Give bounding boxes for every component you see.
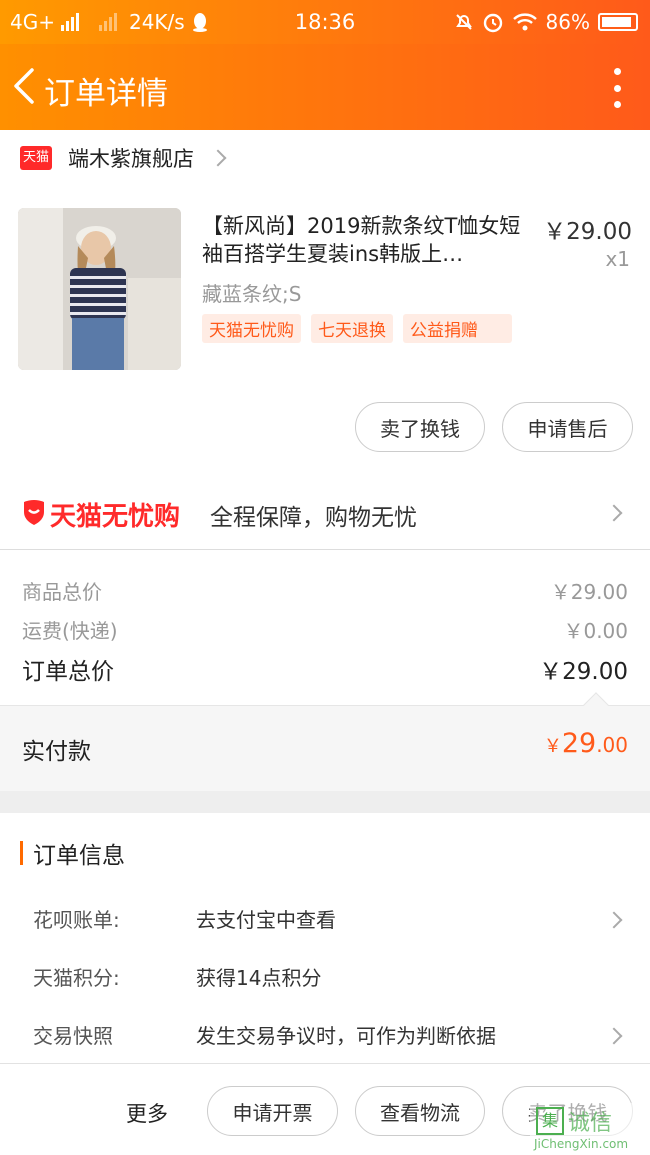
product-title[interactable]: 【新风尚】2019新款条纹T恤女短袖百搭学生夏装ins韩版上… <box>202 212 532 268</box>
price-summary: 商品总价 ￥29.00 运费(快递) ￥0.00 订单总价 ￥29.00 <box>0 551 650 705</box>
paid-currency: ￥ <box>543 736 562 757</box>
sell-for-cash-button[interactable]: 卖了换钱 <box>355 402 485 452</box>
worry-free-desc: 全程保障，购物无忧 <box>210 505 417 531</box>
worry-free-banner[interactable]: 天猫无忧购 全程保障，购物无忧 <box>0 478 650 550</box>
tag-seven-day-return: 七天退换 <box>311 314 393 343</box>
info-key: 花呗账单: <box>33 908 120 932</box>
order-total-label: 订单总价 <box>22 659 114 685</box>
chevron-right-icon <box>605 1027 623 1045</box>
product-spec: 藏蓝条纹;S <box>202 282 302 306</box>
more-menu-icon[interactable] <box>610 68 624 108</box>
tag-worry-free: 天猫无忧购 <box>202 314 301 343</box>
request-invoice-button[interactable]: 申请开票 <box>207 1086 338 1136</box>
paid-integer: 29 <box>561 728 597 759</box>
shop-header[interactable]: 天猫 端木紫旗舰店 <box>20 140 227 176</box>
order-info-title: 订单信息 <box>33 843 125 869</box>
watermark-logo: 集 <box>536 1107 564 1135</box>
huabei-bill-row[interactable]: 花呗账单: 去支付宝中查看 <box>0 898 650 938</box>
product-price: ￥29.00 <box>543 219 632 245</box>
info-value: 去支付宝中查看 <box>196 908 336 932</box>
chevron-right-icon <box>605 911 623 929</box>
chevron-right-icon <box>209 149 227 167</box>
goods-total-label: 商品总价 <box>22 580 102 604</box>
shop-name: 端木紫旗舰店 <box>68 147 194 171</box>
actual-payment-label: 实付款 <box>22 739 91 765</box>
watermark-text: 诚信 <box>568 1111 613 1136</box>
trade-snapshot-row[interactable]: 交易快照 发生交易争议时，可作为判断依据 <box>0 1014 650 1054</box>
status-bar: 4G+ 24K/s 18:36 86% <box>0 0 650 44</box>
actual-payment: 实付款 ￥29.00 <box>0 692 650 791</box>
after-sale-button[interactable]: 申请售后 <box>502 402 633 452</box>
watermark: 集 诚信 JiChengXin.com <box>530 1103 648 1153</box>
nav-bar: 订单详情 <box>0 44 650 130</box>
worry-free-brand: 天猫无忧购 <box>50 502 181 532</box>
shipping-value: ￥0.00 <box>563 619 628 643</box>
wifi-icon <box>512 13 537 31</box>
back-arrow-icon[interactable] <box>10 62 46 110</box>
info-value: 发生交易争议时，可作为判断依据 <box>196 1024 496 1048</box>
info-key: 交易快照 <box>33 1024 113 1048</box>
tag-charity: 公益捐赠 <box>403 314 512 343</box>
page-title: 订单详情 <box>44 76 168 112</box>
tmall-logo-icon: 天猫 <box>20 146 52 170</box>
goods-total-value: ￥29.00 <box>550 580 628 604</box>
paid-decimal: .00 <box>596 733 628 757</box>
shield-icon <box>24 500 44 525</box>
order-info-header: 订单信息 <box>20 838 125 869</box>
info-key: 天猫积分: <box>33 966 120 990</box>
watermark-url: JiChengXin.com <box>534 1137 629 1151</box>
battery-icon <box>598 13 638 31</box>
chevron-right-icon <box>605 504 623 522</box>
shipping-label: 运费(快递) <box>22 619 118 643</box>
alarm-icon <box>483 13 502 33</box>
info-value: 获得14点积分 <box>196 966 322 990</box>
order-total-value: ￥29.00 <box>539 659 628 685</box>
section-divider <box>0 791 650 813</box>
product-image[interactable] <box>18 208 181 370</box>
accent-bar <box>20 841 23 865</box>
battery-percent: 86% <box>545 10 590 34</box>
tmall-points-row: 天猫积分: 获得14点积分 <box>0 956 650 996</box>
mute-icon <box>455 14 472 30</box>
actual-payment-value: ￥29.00 <box>544 728 628 759</box>
more-button[interactable]: 更多 <box>126 1098 168 1128</box>
product-tags: 天猫无忧购 七天退换 公益捐赠 <box>202 314 512 343</box>
view-logistics-button[interactable]: 查看物流 <box>355 1086 485 1136</box>
product-quantity: x1 <box>605 247 630 271</box>
